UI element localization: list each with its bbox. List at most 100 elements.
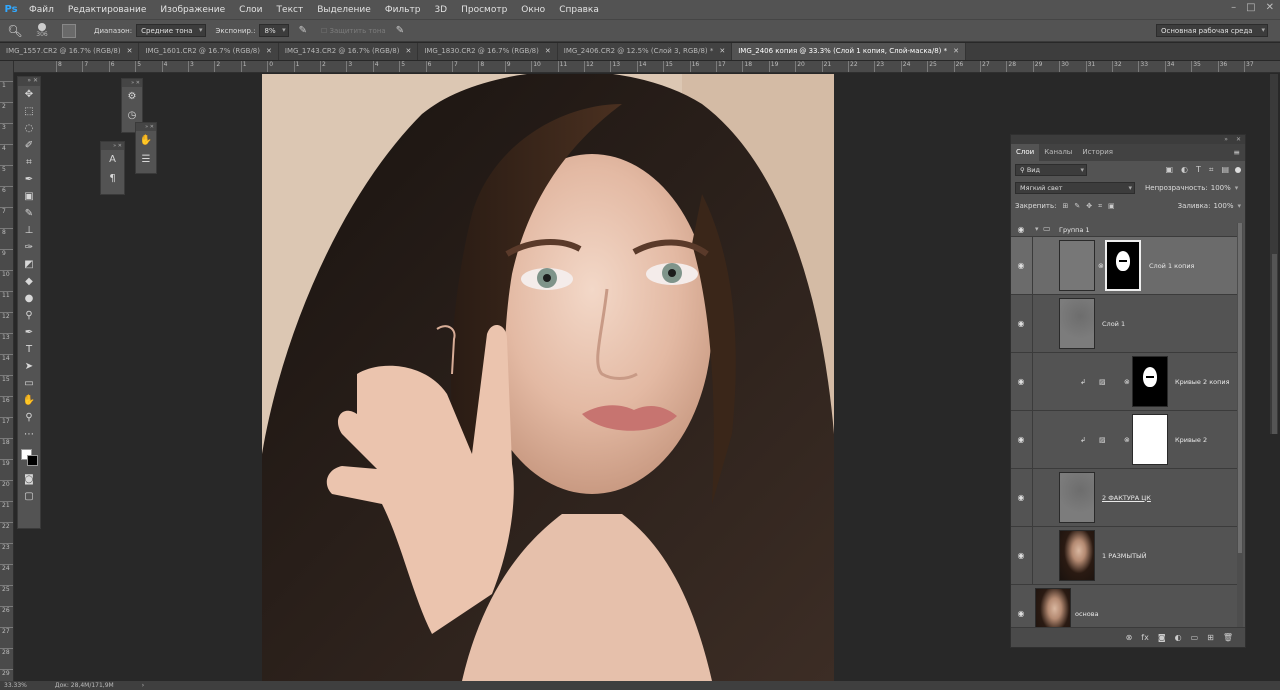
more-tools-icon[interactable]: ⋯ — [18, 426, 40, 443]
tab-img-1557[interactable]: IMG_1557.CR2 @ 16.7% (RGB/8) ✕ — [0, 43, 140, 60]
layer-row[interactable]: ◉ основа — [1011, 585, 1238, 628]
menu-filter[interactable]: Фильтр — [378, 5, 428, 15]
layer-mask-thumbnail[interactable] — [1105, 240, 1141, 291]
quick-select-tool-icon[interactable]: ✐ — [18, 137, 40, 154]
close-icon[interactable]: ✕ — [1236, 135, 1241, 144]
crop-tool-icon[interactable]: ⌗ — [18, 154, 40, 171]
doc-size[interactable]: Док: 28,4M/171,9M — [55, 681, 114, 690]
eyedropper-tool-icon[interactable]: ✒ — [18, 171, 40, 188]
quick-mask-icon[interactable]: ◙ — [18, 471, 40, 488]
layer-mask-thumbnail[interactable] — [1132, 356, 1168, 407]
add-mask-icon[interactable]: ◙ — [1158, 633, 1166, 642]
frame-tool-icon[interactable]: ▣ — [18, 188, 40, 205]
tab-img-1743[interactable]: IMG_1743.CR2 @ 16.7% (RGB/8) ✕ — [278, 43, 419, 60]
menu-select[interactable]: Выделение — [310, 5, 378, 15]
move-tool-icon[interactable]: ✥ — [18, 86, 40, 103]
layer-thumbnail[interactable] — [1059, 530, 1095, 581]
smart-object-filter-icon[interactable]: ▤ — [1221, 165, 1229, 175]
panel-grip[interactable]: » ✕ — [101, 142, 124, 150]
exposure-input[interactable]: 8% — [259, 24, 289, 37]
scrollbar-thumb[interactable] — [1238, 223, 1242, 553]
layer-name[interactable]: основа — [1075, 610, 1099, 618]
menu-type[interactable]: Текст — [270, 5, 311, 15]
background-color-swatch[interactable] — [27, 455, 38, 466]
layer-thumbnail[interactable] — [1035, 588, 1071, 628]
lock-transparency-icon[interactable]: ⊞ — [1062, 202, 1068, 210]
brush-tool-icon[interactable]: ✎ — [18, 205, 40, 222]
opacity-input[interactable]: 100% — [1211, 184, 1231, 192]
paint-bucket-tool-icon[interactable]: ◆ — [18, 273, 40, 290]
eye-icon[interactable]: ◉ — [1015, 493, 1027, 503]
type-tool-icon[interactable]: T — [18, 341, 40, 358]
link-icon[interactable]: ⊗ — [1124, 436, 1130, 444]
paragraph-panel-icon[interactable]: ¶ — [101, 169, 124, 188]
document-image[interactable] — [262, 74, 834, 681]
lasso-tool-icon[interactable]: ◌ — [18, 120, 40, 137]
layer-thumbnail[interactable] — [1059, 472, 1095, 523]
eye-icon[interactable]: ◉ — [1015, 551, 1027, 561]
layer-row[interactable]: ◉ ↲ ▨ ⊗ Кривые 2 — [1011, 411, 1238, 469]
vertical-ruler[interactable]: 1 2 3 4 5 6 7 8 9 10 11 12 13 14 15 16 17 18 19 20 21 22 23 24 2… — [0, 61, 14, 681]
fill-input[interactable]: 100% — [1213, 202, 1233, 210]
layer-group-row[interactable]: ◉ ▾ ▭ Группа 1 — [1011, 223, 1238, 237]
lock-position-icon[interactable]: ✥ — [1086, 202, 1092, 210]
menu-image[interactable]: Изображение — [153, 5, 232, 15]
eraser-tool-icon[interactable]: ◩ — [18, 256, 40, 273]
layer-name[interactable]: Кривые 2 копия — [1175, 378, 1229, 386]
layer-thumbnail[interactable] — [1059, 240, 1095, 291]
tab-img-1830[interactable]: IMG_1830.CR2 @ 16.7% (RGB/8) ✕ — [418, 43, 558, 60]
rectangle-tool-icon[interactable]: ▭ — [18, 375, 40, 392]
screen-mode-icon[interactable]: ▢ — [18, 488, 40, 505]
pixel-filter-icon[interactable]: ▣ — [1165, 165, 1173, 175]
airbrush-icon[interactable]: ✎ — [299, 25, 307, 36]
menu-edit[interactable]: Редактирование — [61, 5, 154, 15]
zoom-tool-icon[interactable]: ⚲ — [18, 409, 40, 426]
brush-presets-icon[interactable]: ☰ — [136, 150, 156, 169]
new-group-icon[interactable]: ▭ — [1191, 633, 1199, 642]
zoom-level[interactable]: 33.33% — [4, 681, 27, 690]
panel-grip[interactable]: » ✕ — [136, 123, 156, 131]
close-icon[interactable]: ✕ — [545, 47, 551, 55]
kind-filter-select[interactable]: ⚲ Вид — [1015, 164, 1087, 176]
workspace-select[interactable]: Основная рабочая среда — [1156, 24, 1268, 37]
layer-name[interactable]: 1 РАЗМЫТЫЙ — [1102, 552, 1147, 560]
hand-tool-icon[interactable]: ✋ — [18, 392, 40, 409]
menu-layers[interactable]: Слои — [232, 5, 269, 15]
lock-pixels-icon[interactable]: ✎ — [1074, 202, 1080, 210]
layer-row[interactable]: ◉ ⊗ Слой 1 копия — [1011, 237, 1238, 295]
eye-icon[interactable]: ◉ — [1015, 609, 1027, 619]
layers-scrollbar[interactable] — [1237, 223, 1243, 628]
layer-row[interactable]: ◉ Слой 1 — [1011, 295, 1238, 353]
scrollbar-thumb[interactable] — [1272, 254, 1277, 434]
close-icon[interactable]: ✕ — [405, 47, 411, 55]
vertical-scrollbar[interactable] — [1270, 74, 1278, 434]
tab-channels[interactable]: Каналы — [1039, 144, 1077, 161]
link-icon[interactable]: ⊗ — [1098, 262, 1104, 270]
lock-artboard-icon[interactable]: ⌗ — [1098, 202, 1102, 211]
eye-icon[interactable]: ◉ — [1015, 225, 1027, 235]
layer-row[interactable]: ◉ ↲ ▨ ⊗ Кривые 2 копия — [1011, 353, 1238, 411]
menu-3d[interactable]: 3D — [427, 5, 454, 15]
stamp-tool-icon[interactable]: ⊥ — [18, 222, 40, 239]
burn-tool-icon[interactable]: ⚲ — [18, 307, 40, 324]
panel-grip[interactable]: » ✕ — [18, 77, 40, 86]
tab-img-2406[interactable]: IMG_2406.CR2 @ 12.5% (Слой 3, RGB/8) * ✕ — [557, 43, 733, 60]
type-filter-icon[interactable]: T — [1196, 165, 1201, 175]
path-select-tool-icon[interactable]: ➤ — [18, 358, 40, 375]
panel-menu-icon[interactable]: ≡ — [1233, 144, 1245, 161]
tab-img-1601[interactable]: IMG_1601.CR2 @ 16.7% (RGB/8) ✕ — [139, 43, 279, 60]
horizontal-ruler[interactable]: 8 7 6 5 4 3 2 1 0 1 2 3 4 5 6 7 8 9 10 11 12 13 14 15 16 17 18 19 20… — [14, 61, 1280, 73]
link-layers-icon[interactable]: ⊗ — [1126, 633, 1133, 642]
brush-preset-picker[interactable]: 306 — [30, 22, 54, 40]
color-swatches[interactable] — [18, 443, 40, 471]
blur-tool-icon[interactable]: ● — [18, 290, 40, 307]
filter-toggle-icon[interactable] — [1235, 167, 1241, 173]
menu-help[interactable]: Справка — [552, 5, 606, 15]
blend-mode-select[interactable]: Мягкий свет — [1015, 182, 1135, 194]
tab-history[interactable]: История — [1077, 144, 1118, 161]
layer-name[interactable]: 2 ФАКТУРА ЦК — [1102, 494, 1151, 502]
close-icon[interactable]: ✕ — [266, 47, 272, 55]
eye-icon[interactable]: ◉ — [1015, 435, 1027, 445]
marquee-tool-icon[interactable]: ⬚ — [18, 103, 40, 120]
fx-icon[interactable]: fx — [1141, 633, 1149, 642]
